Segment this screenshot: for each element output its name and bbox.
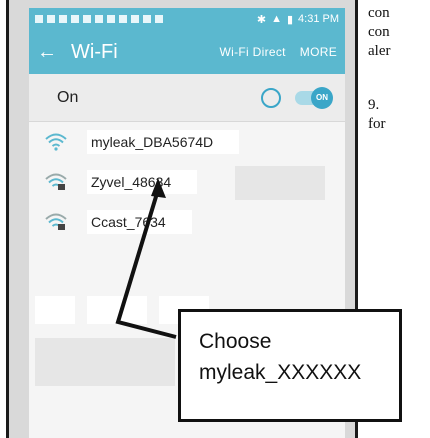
instruction-callout: Choose myleak_XXXXXX	[178, 309, 402, 422]
callout-line-2: myleak_XXXXXX	[199, 361, 362, 384]
callout-line-1: Choose	[199, 330, 272, 353]
